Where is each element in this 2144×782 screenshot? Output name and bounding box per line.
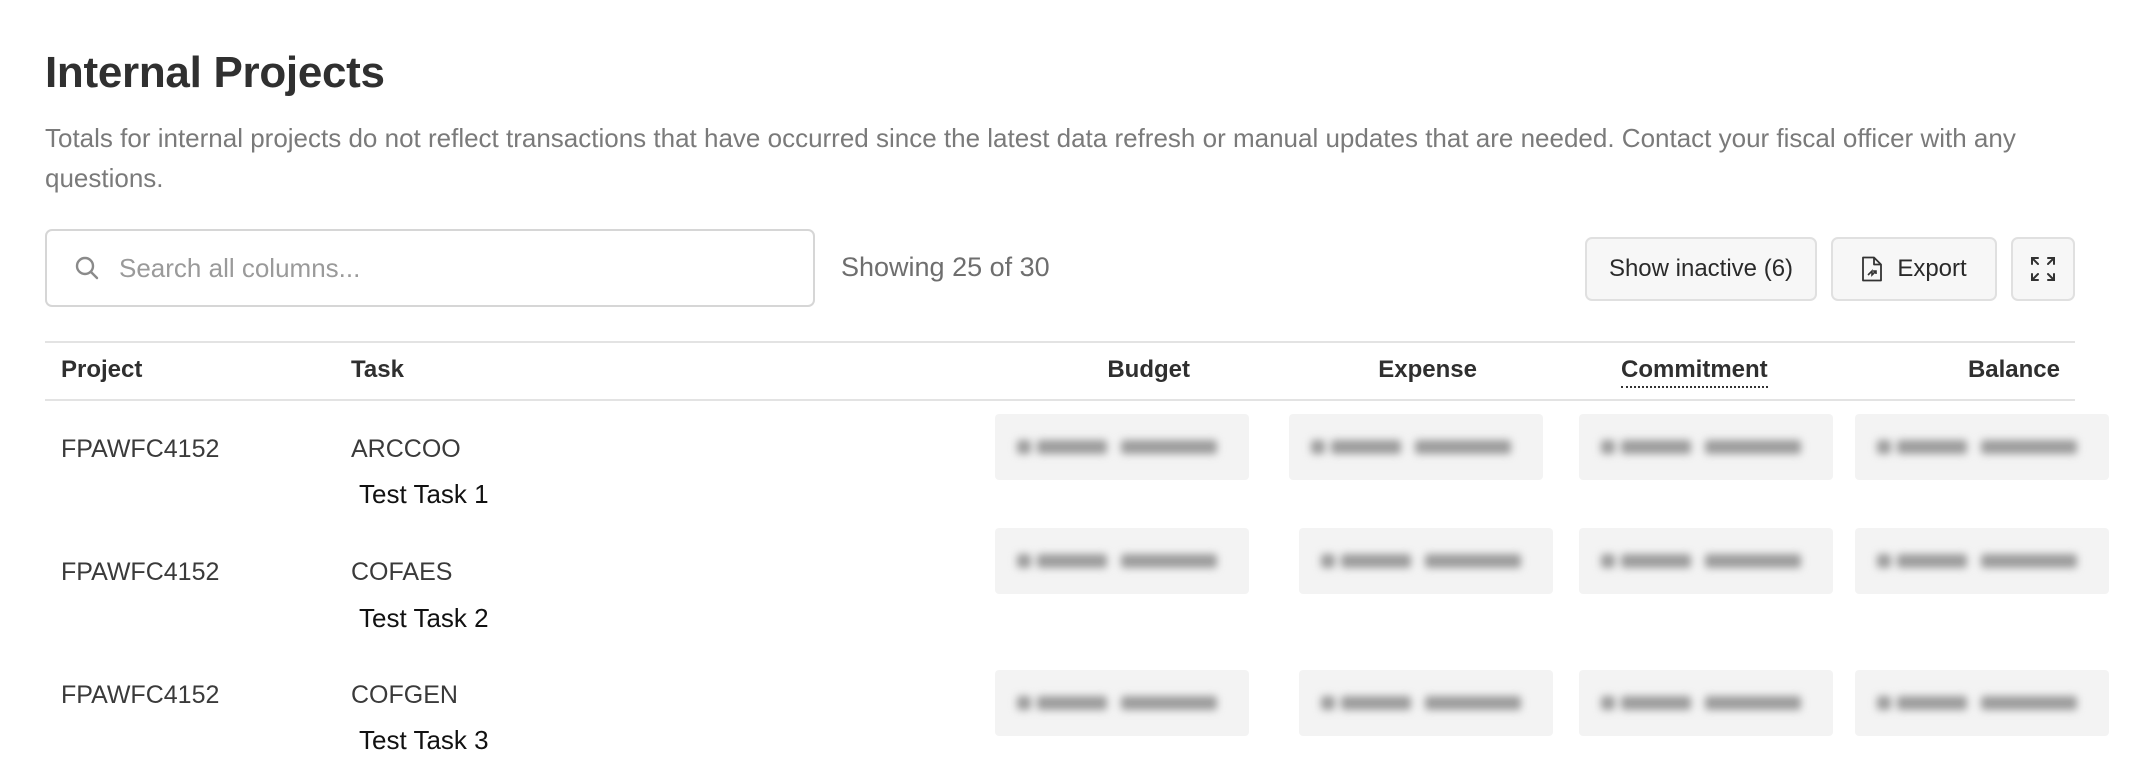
budget-cell-redacted	[995, 670, 1249, 736]
table-header-divider	[45, 399, 2075, 401]
balance-cell-redacted	[1855, 528, 2109, 594]
commitment-cell-redacted	[1579, 670, 1833, 736]
page-description: Totals for internal projects do not refl…	[45, 123, 2016, 193]
search-icon	[73, 254, 101, 282]
file-export-icon	[1861, 256, 1883, 282]
expand-icon	[2028, 254, 2058, 284]
task-cell: COFGEN	[351, 681, 458, 709]
page-title: Internal Projects	[45, 48, 385, 97]
balance-cell-redacted	[1855, 670, 2109, 736]
task-cell: ARCCOO	[351, 435, 461, 463]
expense-cell-redacted	[1299, 670, 1553, 736]
task-description: Test Task 3	[359, 725, 489, 755]
commitment-cell-redacted	[1579, 414, 1833, 480]
project-cell: FPAWFC4152	[61, 558, 220, 586]
export-label: Export	[1897, 255, 1967, 282]
search-input[interactable]	[117, 251, 781, 285]
column-header-task[interactable]: Task	[351, 356, 404, 384]
budget-cell-redacted	[995, 528, 1249, 594]
show-inactive-button[interactable]: Show inactive (6)	[1585, 237, 1817, 301]
project-cell: FPAWFC4152	[61, 681, 220, 709]
budget-cell-redacted	[995, 414, 1249, 480]
task-cell: COFAES	[351, 558, 453, 586]
column-header-balance[interactable]: Balance	[1968, 356, 2060, 384]
project-cell: FPAWFC4152	[61, 435, 220, 463]
expense-cell-redacted	[1299, 528, 1553, 594]
table-divider	[45, 341, 2075, 343]
export-button[interactable]: Export	[1831, 237, 1997, 301]
row-count: Showing 25 of 30	[841, 252, 1050, 282]
column-header-budget[interactable]: Budget	[1107, 356, 1190, 384]
column-header-commitment[interactable]: Commitment	[1621, 356, 1768, 388]
show-inactive-label: Show inactive (6)	[1608, 255, 1794, 282]
balance-cell-redacted	[1855, 414, 2109, 480]
expense-cell-redacted	[1289, 414, 1543, 480]
task-description: Test Task 2	[359, 603, 489, 633]
commitment-cell-redacted	[1579, 528, 1833, 594]
column-header-project[interactable]: Project	[61, 356, 142, 384]
task-description: Test Task 1	[359, 479, 489, 509]
search-box[interactable]	[45, 229, 815, 307]
expand-button[interactable]	[2011, 237, 2075, 301]
column-header-expense[interactable]: Expense	[1378, 356, 1477, 384]
